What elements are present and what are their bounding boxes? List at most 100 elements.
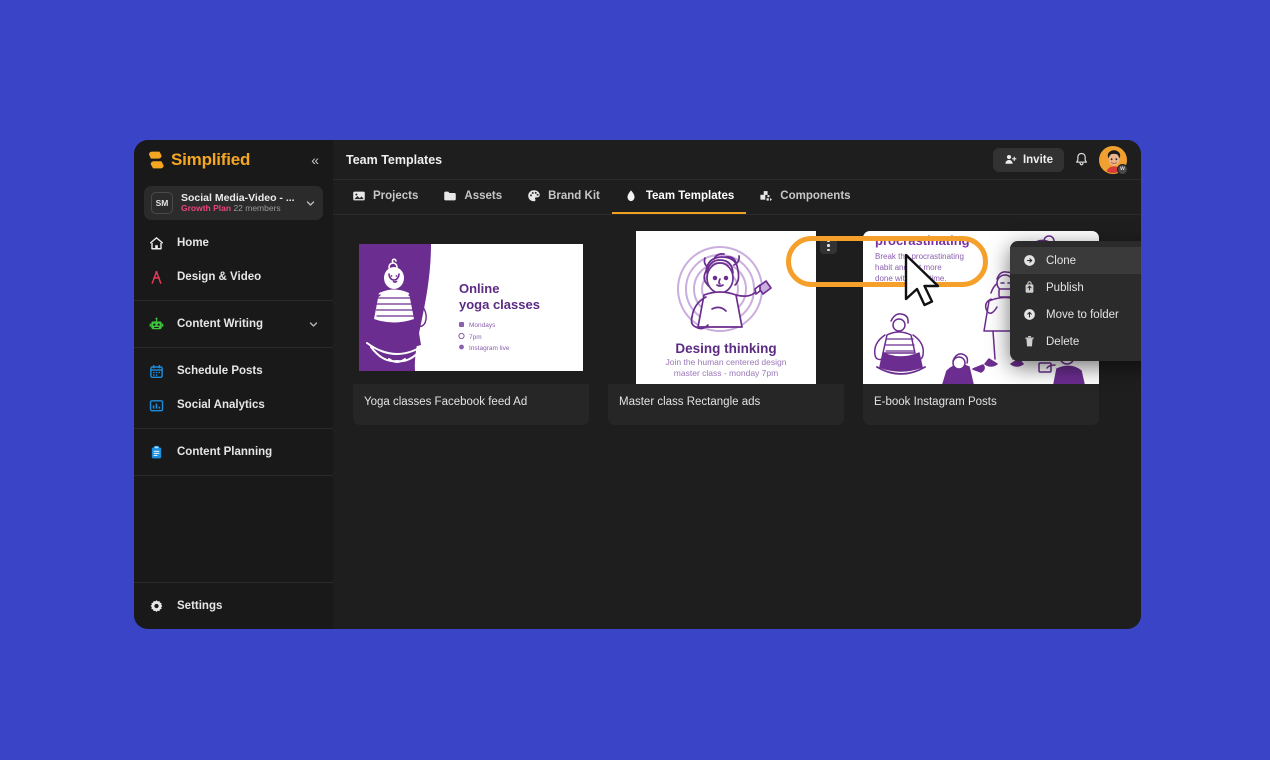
sidebar-item-label: Content Writing [177,318,264,330]
card-context-menu: Clone Publish Move to folder Delete [1010,241,1141,361]
context-menu-item-clone[interactable]: Clone [1010,247,1141,274]
tab-brand-kit[interactable]: Brand Kit [514,180,612,214]
svg-text:7pm: 7pm [469,334,482,341]
sidebar-item-label: Schedule Posts [177,365,263,377]
user-plus-icon [1005,154,1017,164]
tab-label: Team Templates [645,190,735,202]
publish-icon [1023,281,1036,294]
sidebar-item-content-planning[interactable]: Content Planning [134,435,333,469]
brand-name: Simplified [171,150,251,169]
move-folder-icon [1023,308,1036,321]
svg-text:Break the procrastinating: Break the procrastinating [875,252,964,261]
sidebar-collapse-icon[interactable]: « [309,151,321,169]
tab-assets[interactable]: Assets [430,180,514,214]
workspace-selector[interactable]: SM Social Media-Video - ... Growth Plan … [144,186,323,220]
tab-label: Projects [373,190,419,202]
tabs-bar: Projects Assets Brand Kit Team Templates [333,180,1141,215]
bell-icon [1076,152,1087,166]
svg-text:done with your time.: done with your time. [875,274,947,283]
drop-icon [624,189,639,204]
main-content: Team Templates Invite w Projects Assets … [333,140,1141,629]
sidebar-item-label: Settings [177,600,223,612]
sidebar-item-schedule-posts[interactable]: Schedule Posts [134,354,333,388]
chevron-down-icon [306,200,315,206]
template-card-footer: E-book Instagram Posts [863,384,1099,425]
robot-icon [148,316,165,333]
svg-text:Mondays: Mondays [469,322,496,329]
dot [827,239,830,243]
clone-arrow-icon [1023,254,1036,267]
workspace-initials: SM [151,192,173,214]
sidebar-item-settings[interactable]: Settings [134,589,333,623]
image-icon [351,189,366,204]
template-name: E-book Instagram Posts [874,396,997,408]
nav-group-social: Schedule Posts Social Analytics [134,348,333,428]
brand-row: Simplified « [134,140,333,180]
svg-text:Desing thinking: Desing thinking [675,341,776,356]
svg-text:Instagram live: Instagram live [469,345,510,352]
invite-label: Invite [1022,153,1053,166]
simplified-logo-icon [149,151,164,169]
notifications-button[interactable] [1074,152,1089,167]
context-menu-item-publish[interactable]: Publish [1010,274,1141,301]
svg-text:habit and get more: habit and get more [875,263,942,272]
topbar: Team Templates Invite w [333,140,1141,180]
svg-text:Online: Online [459,281,499,296]
page-title: Team Templates [346,152,443,167]
nav-group-footer: Settings [134,583,333,629]
template-card[interactable]: Desing thinking Join the human centered … [608,231,844,425]
card-menu-button[interactable] [820,237,837,254]
tab-components[interactable]: Components [746,180,862,214]
svg-text:Join the human centered design: Join the human centered design [666,357,787,367]
nav-group-planning: Content Planning [134,429,333,475]
template-card-footer: Yoga classes Facebook feed Ad [353,384,589,425]
workspace-members: 22 members [233,203,281,214]
sidebar-item-label: Design & Video [177,271,262,283]
nav-group-primary: Home Design & Video [134,220,333,300]
sidebar-item-design-video[interactable]: Design & Video [134,260,333,294]
sidebar-item-label: Content Planning [177,446,273,458]
sidebar-item-home[interactable]: Home [134,226,333,260]
gear-icon [148,598,165,615]
context-menu-item-label: Publish [1046,281,1084,294]
avatar[interactable]: w [1099,145,1128,175]
workspace-plan: Growth Plan [181,203,232,214]
components-icon [758,189,773,204]
sidebar: Simplified « SM Social Media-Video - ...… [134,140,333,629]
tab-projects[interactable]: Projects [339,180,430,214]
home-icon [148,235,165,252]
workspace-text: Social Media-Video - ... Growth Plan 22 … [181,192,297,214]
avatar-badge: w [1117,163,1128,175]
template-thumbnail: Online yoga classes Mondays 7pm Instagra… [353,231,589,384]
yoga-artwork: Online yoga classes Mondays 7pm Instagra… [353,231,589,384]
template-name: Master class Rectangle ads [619,396,761,408]
context-menu-item-move-to-folder[interactable]: Move to folder [1010,301,1141,328]
invite-button[interactable]: Invite [992,147,1064,172]
context-menu-item-label: Clone [1046,254,1077,267]
dot [827,244,830,247]
svg-text:master class - monday 7pm: master class - monday 7pm [674,368,778,378]
trash-icon [1023,335,1036,348]
clipboard-icon [148,444,165,461]
tab-team-templates[interactable]: Team Templates [611,180,747,214]
nav-group-writing: Content Writing [134,301,333,347]
bar-chart-icon [148,397,165,414]
folder-icon [442,189,457,204]
template-name: Yoga classes Facebook feed Ad [364,396,528,408]
calendar-icon [148,363,165,380]
dot [827,248,830,252]
sidebar-item-label: Social Analytics [177,399,265,411]
template-card-footer: Master class Rectangle ads [608,384,844,425]
app-window: Simplified « SM Social Media-Video - ...… [134,140,1141,629]
sidebar-item-content-writing[interactable]: Content Writing [134,307,333,341]
sidebar-item-social-analytics[interactable]: Social Analytics [134,388,333,422]
tab-label: Components [780,190,851,202]
workspace-subtitle: Growth Plan 22 members [181,203,297,214]
svg-text:procrastinating: procrastinating [875,233,970,248]
tab-label: Brand Kit [548,190,600,202]
context-menu-item-delete[interactable]: Delete [1010,328,1141,355]
context-menu-item-label: Delete [1046,335,1080,348]
chevron-down-icon [309,321,318,327]
template-card[interactable]: Online yoga classes Mondays 7pm Instagra… [353,231,589,425]
